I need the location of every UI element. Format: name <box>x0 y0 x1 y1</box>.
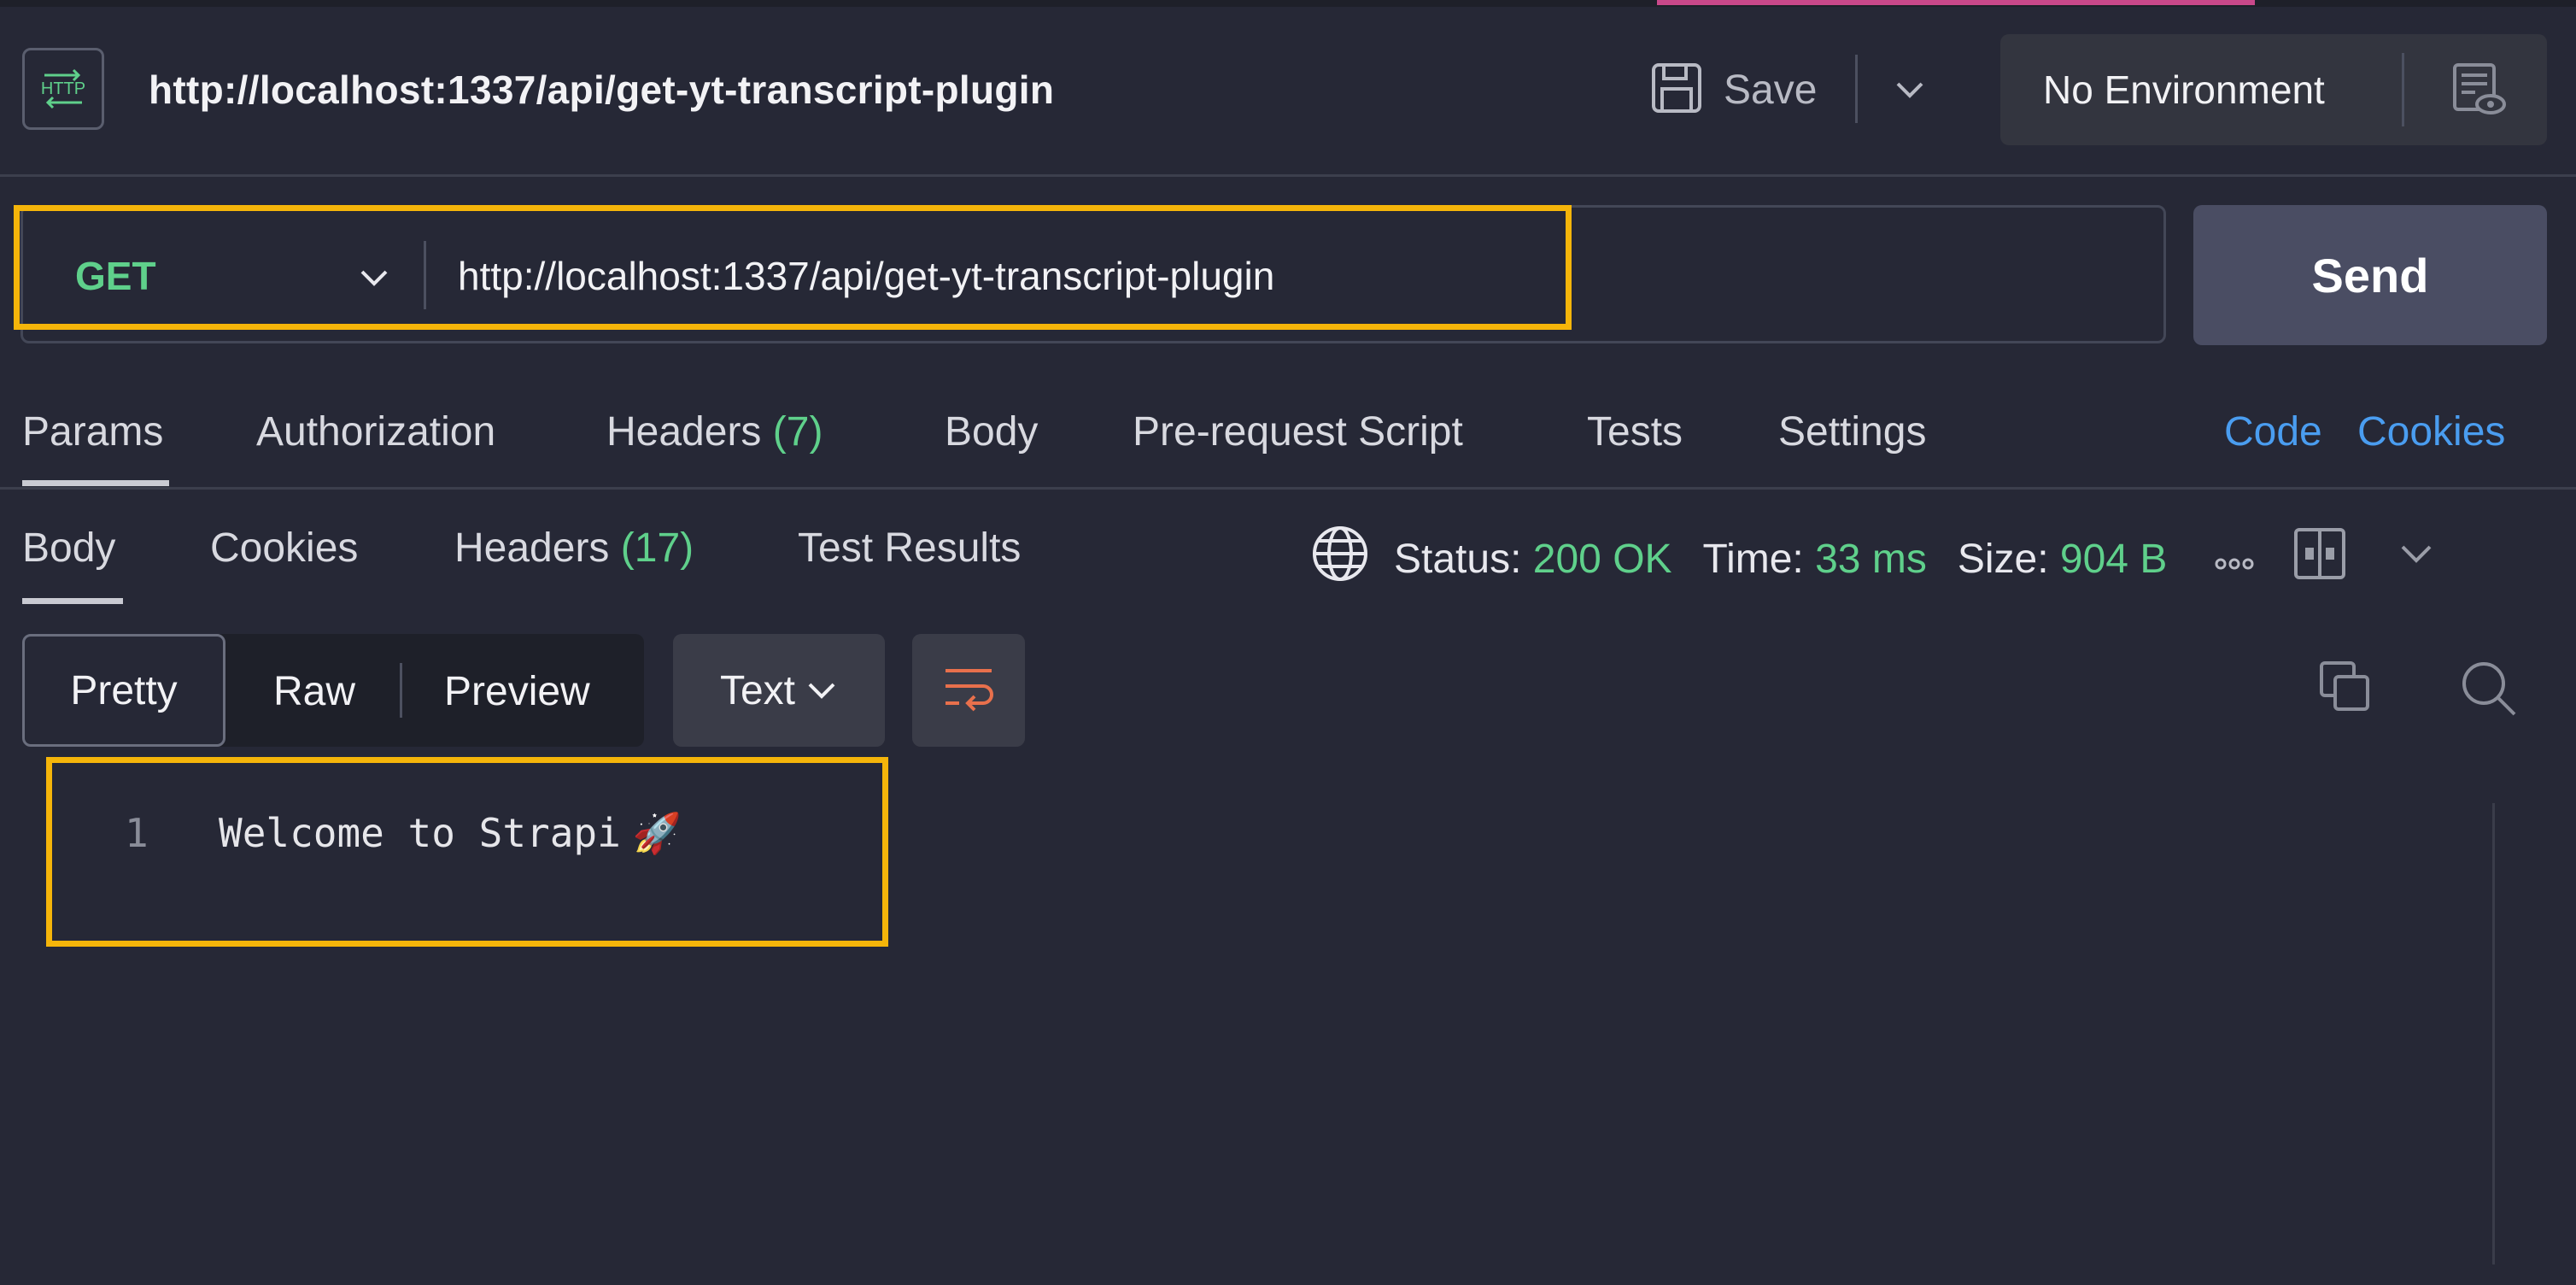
tab-body[interactable]: Body <box>945 408 1038 455</box>
layout-split-icon[interactable] <box>2293 527 2346 590</box>
time-label: Time: <box>1702 536 1804 582</box>
response-highlight-box <box>46 757 888 947</box>
tab-headers[interactable]: Headers (7) <box>606 408 823 455</box>
tab-headers-label: Headers <box>606 409 762 455</box>
save-label: Save <box>1724 67 1818 113</box>
header-divider <box>0 174 2576 177</box>
editor-scrollbar[interactable] <box>2492 803 2495 1264</box>
response-tab-cookies[interactable]: Cookies <box>210 525 358 572</box>
wrap-lines-button[interactable] <box>912 634 1025 747</box>
request-title[interactable]: http://localhost:1337/api/get-yt-transcr… <box>149 67 1054 113</box>
environment-label[interactable]: No Environment <box>2043 67 2325 113</box>
wrap-lines-icon <box>940 660 997 721</box>
response-active-tab-underline <box>22 598 123 604</box>
save-options-chevron-down-icon[interactable] <box>1891 72 1929 114</box>
save-divider <box>1855 55 1858 123</box>
environment-divider <box>2402 53 2404 126</box>
globe-icon[interactable] <box>1310 524 1370 594</box>
tab-settings[interactable]: Settings <box>1778 408 1926 455</box>
response-tab-headers-count: (17) <box>620 525 694 571</box>
response-tab-body[interactable]: Body <box>22 525 115 572</box>
active-tab-underline <box>22 480 169 486</box>
code-link[interactable]: Code <box>2224 408 2322 455</box>
chevron-down-icon <box>805 674 838 707</box>
preview-view-button[interactable]: Preview <box>444 668 590 715</box>
tabs-divider <box>0 487 2576 490</box>
time-value[interactable]: 33 ms <box>1815 536 1927 583</box>
tab-tests[interactable]: Tests <box>1587 408 1683 455</box>
copy-icon[interactable] <box>2318 660 2373 719</box>
raw-view-button[interactable]: Raw <box>273 668 355 715</box>
search-icon[interactable] <box>2460 660 2518 722</box>
svg-text:HTTP: HTTP <box>41 79 85 98</box>
more-options-icon[interactable] <box>2215 536 2254 583</box>
save-button[interactable]: Save <box>1650 53 1817 126</box>
collapse-chevron-down-icon[interactable] <box>2397 535 2435 583</box>
status-label: Status: <box>1394 536 1522 582</box>
response-type-label: Text <box>719 667 796 713</box>
status-value[interactable]: 200 OK <box>1533 536 1672 583</box>
cookies-link[interactable]: Cookies <box>2357 408 2505 455</box>
response-tab-test-results[interactable]: Test Results <box>798 525 1021 572</box>
tab-authorization[interactable]: Authorization <box>256 408 495 455</box>
active-tab-accent <box>1657 0 2255 5</box>
http-icon: HTTP <box>22 48 104 130</box>
environment-eye-icon[interactable] <box>2450 62 2506 122</box>
response-tab-headers-label: Headers <box>454 525 610 571</box>
url-highlight-box <box>14 205 1572 330</box>
response-tab-headers[interactable]: Headers (17) <box>454 525 694 572</box>
tab-pre-request-script[interactable]: Pre-request Script <box>1133 408 1463 455</box>
pretty-view-button[interactable]: Pretty <box>22 634 225 747</box>
size-value[interactable]: 904 B <box>2060 536 2167 583</box>
response-status-row: Status: 200 OK Time: 33 ms Size: 904 B <box>1310 526 2435 591</box>
save-icon <box>1650 62 1703 119</box>
tab-params[interactable]: Params <box>22 408 163 455</box>
tab-headers-count: (7) <box>772 409 823 455</box>
view-mode-divider <box>400 663 402 718</box>
size-label: Size: <box>1957 536 2049 582</box>
send-button[interactable]: Send <box>2193 205 2547 345</box>
response-type-dropdown[interactable]: Text <box>673 634 885 747</box>
